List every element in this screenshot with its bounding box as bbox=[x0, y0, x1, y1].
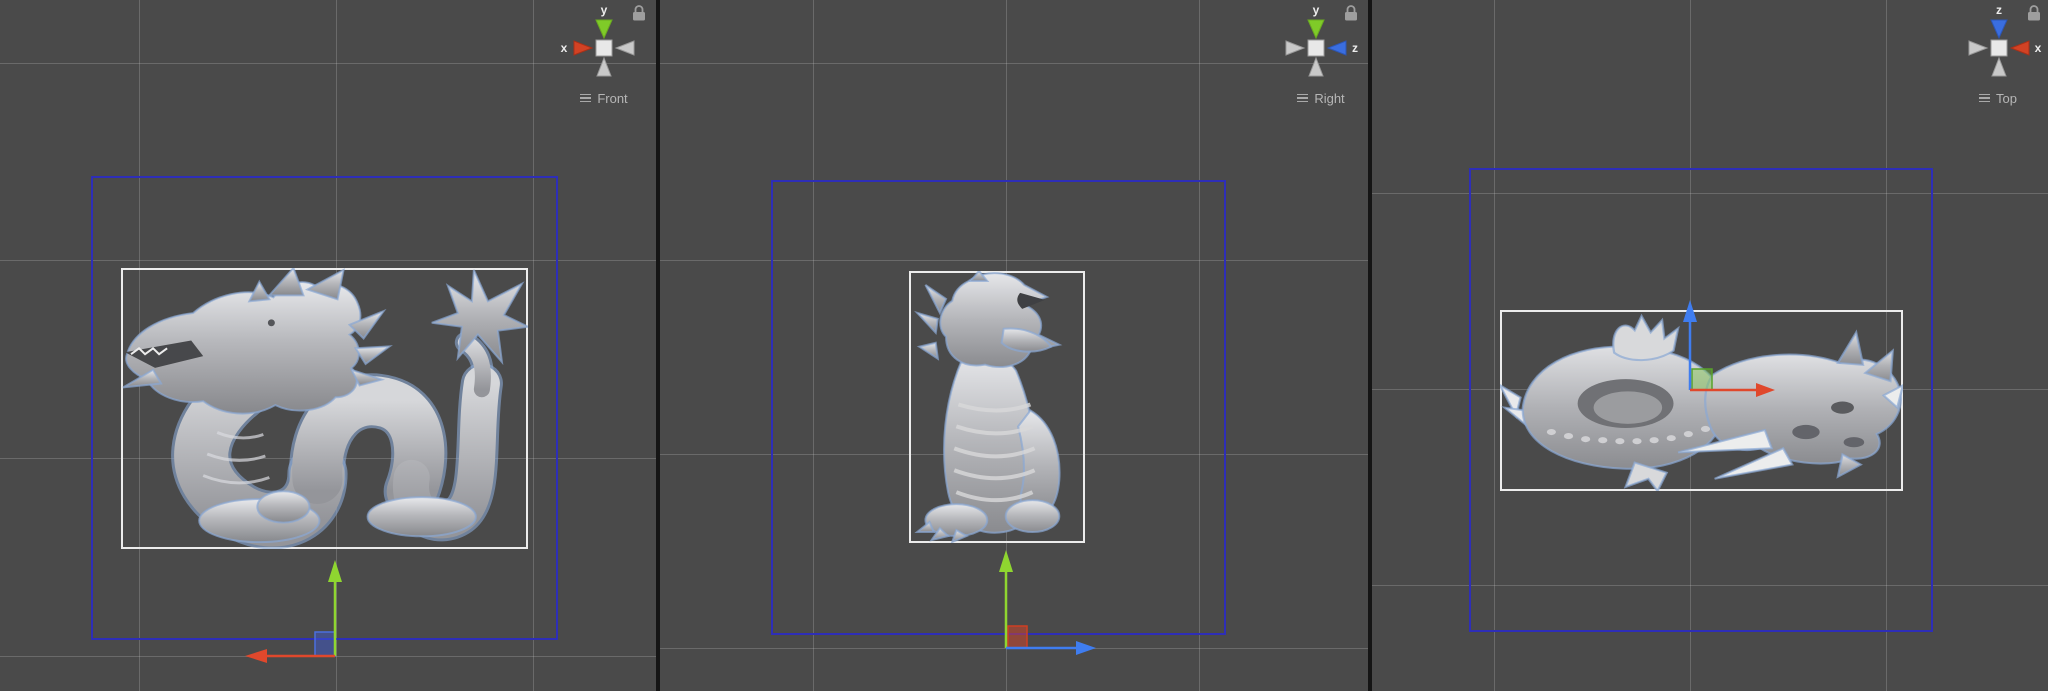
move-gizmo bbox=[1683, 300, 1775, 397]
viewport-front: y x Front bbox=[0, 0, 656, 691]
dragon-head bbox=[939, 272, 1063, 368]
viewport-right: y z Right bbox=[660, 0, 1368, 691]
view-menu-front[interactable]: Front bbox=[534, 88, 656, 108]
frill-spike bbox=[353, 345, 393, 366]
dragon-model[interactable] bbox=[909, 271, 1085, 543]
z-axis-arrow[interactable] bbox=[1076, 641, 1096, 655]
jaw bbox=[1000, 327, 1053, 353]
xy-plane-handle[interactable] bbox=[314, 631, 336, 657]
head-spike bbox=[914, 310, 939, 336]
padlock-icon[interactable] bbox=[1345, 5, 1357, 21]
neutral-cone-left[interactable] bbox=[1968, 40, 1989, 56]
gizmo-center-cube[interactable] bbox=[1307, 39, 1325, 57]
axis-label-side: z bbox=[1352, 41, 1358, 55]
x-axis-arrow[interactable] bbox=[245, 649, 267, 663]
viewport-divider[interactable] bbox=[1368, 0, 1372, 691]
scene-multi-view: y x Front y z Right z x Top bbox=[0, 0, 2048, 691]
viewport-top: z x Top bbox=[1372, 0, 2048, 691]
orientation-gizmo: z x bbox=[1968, 3, 2042, 77]
hamburger-icon bbox=[1979, 92, 1991, 105]
view-menu-top[interactable]: Top bbox=[1928, 88, 2048, 108]
orientation-gizmo: y x bbox=[561, 3, 645, 77]
move-gizmo bbox=[245, 560, 342, 663]
neutral-cone-bottom[interactable] bbox=[596, 56, 612, 77]
neutral-cone-bottom[interactable] bbox=[1308, 56, 1324, 77]
dragon-model[interactable] bbox=[121, 268, 528, 549]
view-label: Top bbox=[1996, 90, 2017, 106]
head-horn bbox=[1836, 329, 1865, 367]
z-axis-cone[interactable] bbox=[1326, 40, 1347, 56]
dragon-body bbox=[122, 268, 528, 547]
viewport-divider[interactable] bbox=[656, 0, 660, 691]
neutral-cone-left[interactable] bbox=[1285, 40, 1306, 56]
axis-label-top: y bbox=[601, 3, 608, 17]
right-foot bbox=[1004, 499, 1061, 534]
y-axis-arrow[interactable] bbox=[999, 550, 1013, 572]
x-axis-cone[interactable] bbox=[2009, 40, 2030, 56]
neutral-cone-right[interactable] bbox=[614, 40, 635, 56]
yz-plane-handle[interactable] bbox=[1007, 625, 1028, 649]
horn bbox=[267, 268, 305, 297]
hamburger-icon bbox=[1297, 92, 1309, 105]
axis-label-top: z bbox=[1996, 3, 2002, 17]
x-axis-arrow[interactable] bbox=[1756, 383, 1775, 397]
z-axis-cone[interactable] bbox=[1990, 19, 2008, 40]
axis-label-side: x bbox=[561, 41, 568, 55]
eye bbox=[267, 319, 275, 327]
neutral-cone-bottom[interactable] bbox=[1991, 56, 2007, 77]
hamburger-icon bbox=[580, 92, 592, 105]
y-axis-arrow[interactable] bbox=[328, 560, 342, 582]
head-spike bbox=[1714, 446, 1794, 480]
axis-label-top: y bbox=[1313, 3, 1320, 17]
axis-label-side: x bbox=[2035, 41, 2042, 55]
orientation-gizmo: y z bbox=[1285, 3, 1358, 77]
padlock-icon[interactable] bbox=[2028, 5, 2040, 21]
padlock-icon[interactable] bbox=[633, 5, 645, 21]
xz-plane-handle[interactable] bbox=[1691, 368, 1713, 391]
view-label: Right bbox=[1314, 90, 1345, 106]
y-axis-cone[interactable] bbox=[595, 19, 613, 40]
gizmo-center-cube[interactable] bbox=[1990, 39, 2008, 57]
view-menu-right[interactable]: Right bbox=[1251, 88, 1368, 108]
move-gizmo bbox=[999, 550, 1096, 655]
z-axis-arrow[interactable] bbox=[1683, 300, 1697, 322]
head-spike bbox=[916, 341, 940, 361]
view-label: Front bbox=[597, 90, 628, 106]
x-axis-cone[interactable] bbox=[573, 40, 594, 56]
y-axis-cone[interactable] bbox=[1307, 19, 1325, 40]
gizmo-center-cube[interactable] bbox=[595, 39, 613, 57]
head-spike bbox=[924, 284, 948, 316]
